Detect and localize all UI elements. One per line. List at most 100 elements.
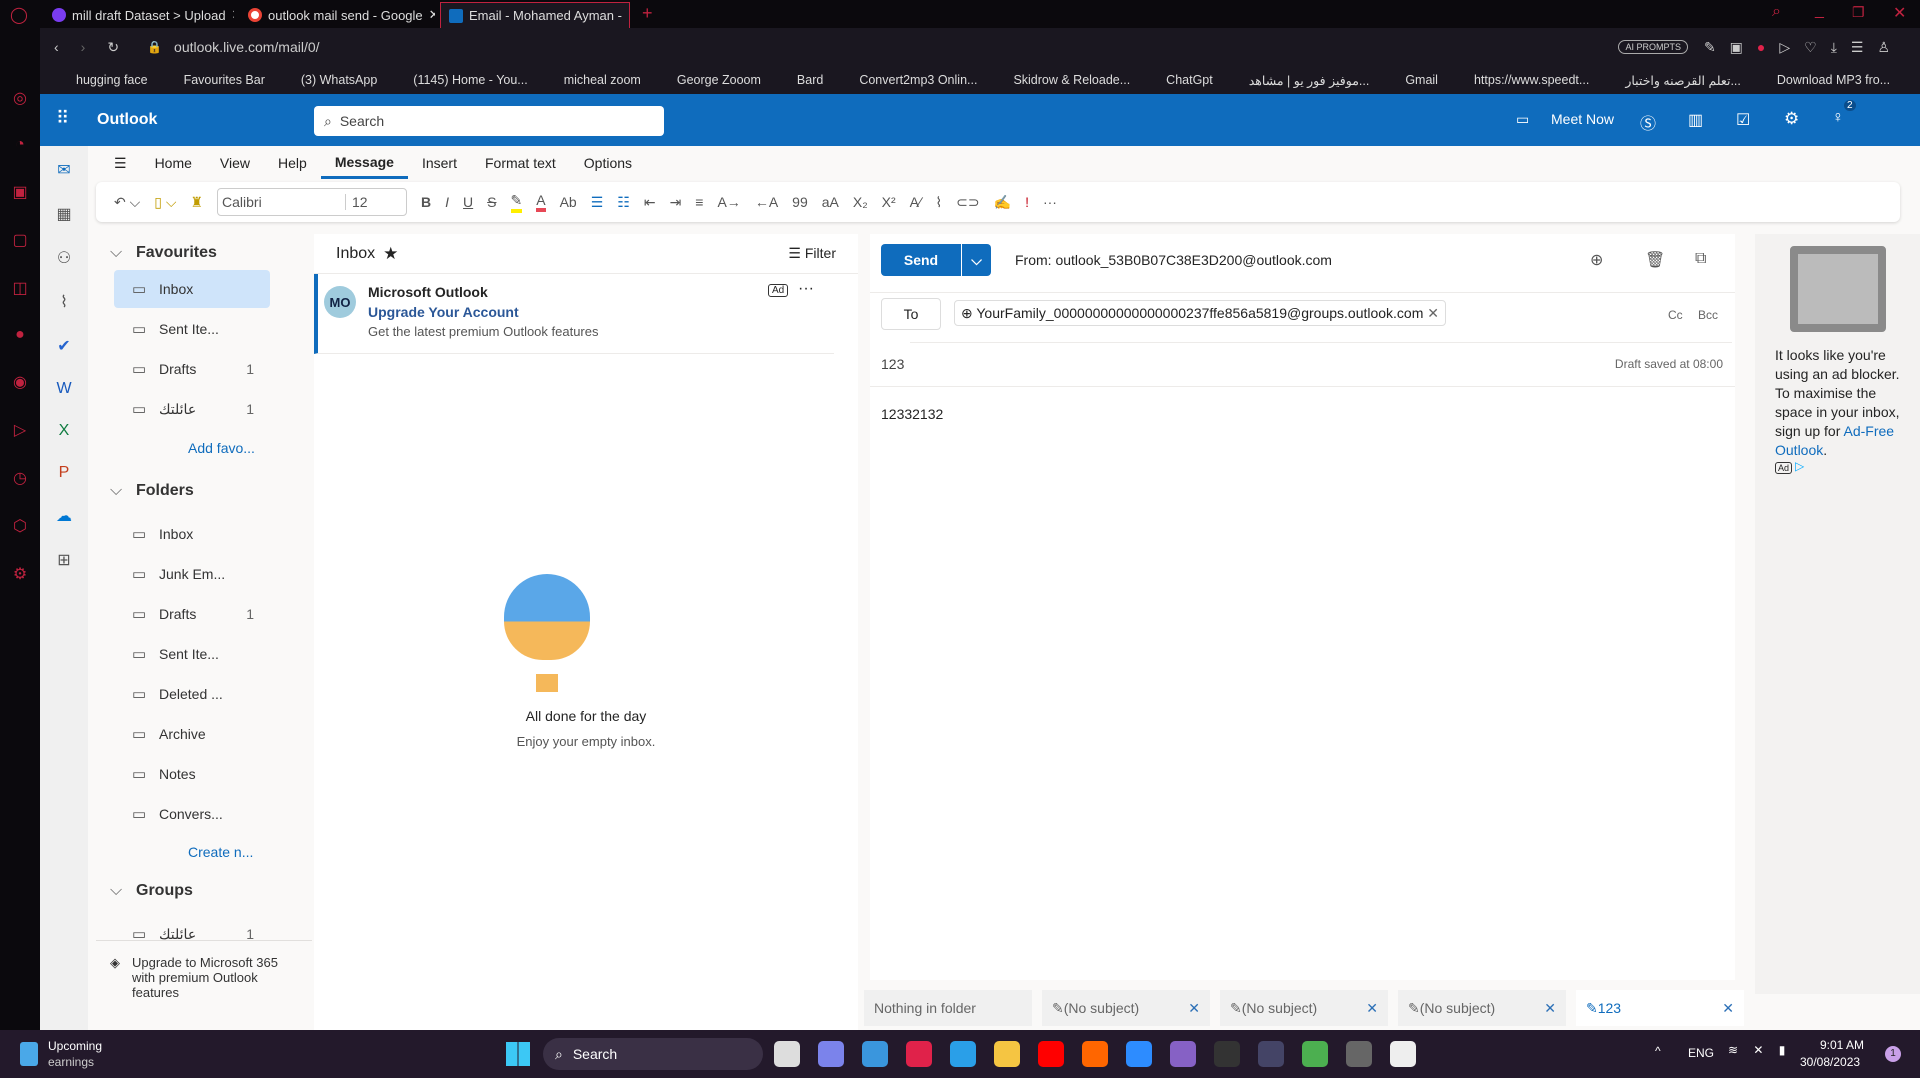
adchoices-icon[interactable]: ▷ [1795,459,1804,473]
bcc-button[interactable]: Bcc [1698,308,1718,322]
draft-tab[interactable]: Nothing in folder [864,990,1032,1026]
settings-icon[interactable]: ⚙ [1784,109,1799,129]
to-button[interactable]: To [881,298,941,330]
hamburger-icon[interactable]: ☰ [100,146,141,180]
tips-icon[interactable]: ♀ [1832,109,1844,127]
ai-prompts-button[interactable]: AI PROMPTS [1618,40,1688,54]
attach-icon[interactable]: ⌇ [935,194,942,211]
highlight-icon[interactable]: ✎ [510,192,523,213]
draft-tab[interactable]: ✎ (No subject) ✕ [1042,990,1210,1026]
opera-logo-icon[interactable]: ◯ [10,5,28,25]
send-button[interactable]: Send [881,244,961,276]
link-icon[interactable]: ⊂⊃ [956,194,979,211]
bag-icon[interactable]: ▣ [12,182,27,202]
explorer-icon[interactable] [994,1041,1020,1067]
atom-icon[interactable] [1214,1041,1240,1067]
tab-options[interactable]: Options [570,146,646,180]
new-tab-button[interactable]: + [642,3,653,24]
bookmark[interactable]: Favourites Bar [166,73,265,87]
from-selector[interactable]: From: outlook_53B0B07C38E3D200@outlook.c… [1015,252,1332,268]
more-icon[interactable]: ··· [798,280,814,298]
minimize-button[interactable]: _ [1815,2,1824,20]
quote-icon[interactable]: 99 [792,194,808,210]
close-window-button[interactable]: ✕ [1893,3,1906,23]
widget-line1[interactable]: Upcoming [48,1039,102,1053]
search-tabs-icon[interactable]: ⌕ [1772,3,1781,21]
bookmark[interactable]: https://www.speedt... [1456,73,1589,87]
soundcloud-icon[interactable] [1082,1041,1108,1067]
powerpoint-icon[interactable]: P [59,464,70,482]
bookmark[interactable]: تعلم القرصنه واختبار... [1607,73,1741,88]
twitch-icon[interactable]: ▢ [12,230,27,250]
notification-badge[interactable]: 1 [1885,1046,1901,1062]
bold-button[interactable]: B [421,194,431,210]
close-tab-icon[interactable]: ✕ [429,7,435,23]
close-draft-icon[interactable]: ✕ [1722,1000,1734,1017]
tab-format-text[interactable]: Format text [471,146,570,180]
underline-button[interactable]: U [463,194,473,210]
word-icon[interactable]: W [56,380,71,398]
subject-field[interactable]: 123 [881,356,904,372]
folders-header[interactable]: Folders [110,482,194,500]
opera-icon[interactable] [906,1041,932,1067]
create-folder-link[interactable]: Create n... [188,844,253,860]
ltr-icon[interactable]: A→ [717,194,740,210]
store-icon[interactable] [862,1041,888,1067]
zoom-icon[interactable]: ⊕ [1590,250,1603,270]
strikethrough-button[interactable]: S [487,194,496,210]
folder-item[interactable]: ▭ Archive [114,715,270,753]
folder-item[interactable]: ▭ Notes [114,755,270,793]
app-launcher-icon[interactable]: ⠿ [56,108,69,129]
zoom-icon[interactable] [1126,1041,1152,1067]
attach-icon[interactable]: ⌇ [60,292,68,312]
player-icon[interactable]: ▷ [14,420,26,440]
undo-icon[interactable]: ↶ ⌵ [114,194,140,211]
font-name-select[interactable]: Calibri [218,194,347,210]
close-draft-icon[interactable]: ✕ [1544,1000,1556,1017]
browser-tab-active[interactable]: Email - Mohamed Ayman - ✕ [440,2,630,28]
styles-icon[interactable]: A∕ [910,194,922,210]
chrome-icon[interactable] [1302,1041,1328,1067]
bookmark[interactable]: Download MP3 fro... [1759,73,1890,87]
messenger-icon[interactable]: ◉ [13,372,27,392]
browser-tab[interactable]: outlook mail send - Google ✕ [240,2,435,28]
folder-item[interactable]: ▭ Drafts 1 [114,595,270,633]
italic-button[interactable]: I [445,194,449,210]
folder-item[interactable]: ▭ عائلتك 1 [114,915,270,953]
snipping-tool-icon[interactable] [1390,1041,1416,1067]
tab-home[interactable]: Home [141,146,206,180]
calendar-icon[interactable]: ▦ [56,204,71,224]
tab-view[interactable]: View [206,146,264,180]
games-icon[interactable]: ◎ [13,88,27,108]
close-draft-icon[interactable]: ✕ [1366,1000,1378,1017]
filter-button[interactable]: ☰ Filter [788,245,836,262]
tray-chevron-icon[interactable]: ^ [1655,1044,1661,1058]
recipient-chip[interactable]: ⊕ YourFamily_00000000000000000237ffe856a… [954,300,1447,326]
teams-icon[interactable] [818,1041,844,1067]
superscript-icon[interactable]: X² [882,194,896,210]
list-item-ad[interactable]: MO Microsoft Outlook Upgrade Your Accoun… [314,274,834,354]
font-color-icon[interactable]: A [536,192,546,212]
reload-button[interactable]: ↻ [107,39,119,56]
rtl-icon[interactable]: ←A [755,194,778,210]
music-icon[interactable]: ● [15,326,25,344]
favourites-header[interactable]: Favourites [110,244,217,262]
start-icon[interactable] [506,1042,530,1066]
bookmark[interactable]: hugging face [58,73,148,87]
mail-icon[interactable]: ✉ [57,160,70,180]
remove-recipient-icon[interactable]: ✕ [1423,305,1439,321]
paste-icon[interactable]: ▯ ⌵ [154,194,176,211]
folder-item[interactable]: ▭ عائلتك 1 [114,390,270,428]
bookmark[interactable]: Gmail [1387,73,1438,87]
popout-icon[interactable]: ⧉ [1695,250,1706,268]
draft-tab[interactable]: ✎ 123 ✕ [1576,990,1744,1026]
settings-icon[interactable]: ⚙ [13,564,27,584]
close-tab-icon[interactable]: ✕ [628,8,629,24]
search-input[interactable]: ⌕ Search [314,106,664,136]
url-field[interactable]: outlook.live.com/mail/0/ [174,39,320,55]
close-draft-icon[interactable]: ✕ [1188,1000,1200,1017]
taskbar-search[interactable]: ⌕ Search [543,1038,763,1070]
send-options-chevron[interactable]: ⌵ [961,244,991,276]
draft-tab[interactable]: ✎ (No subject) ✕ [1220,990,1388,1026]
cc-button[interactable]: Cc [1668,308,1683,322]
